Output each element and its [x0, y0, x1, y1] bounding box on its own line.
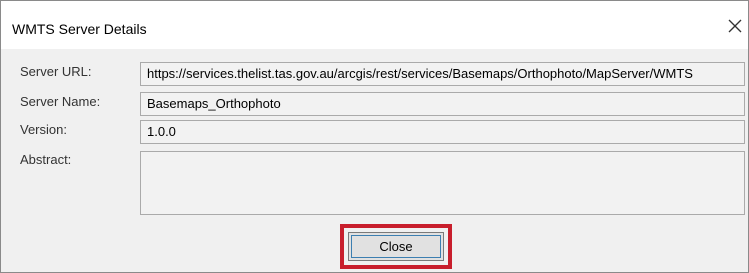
- server-url-field[interactable]: https://services.thelist.tas.gov.au/arcg…: [140, 62, 745, 86]
- close-button-label: Close: [379, 239, 413, 254]
- abstract-label: Abstract:: [20, 152, 72, 167]
- server-name-label: Server Name:: [20, 94, 101, 109]
- version-field[interactable]: 1.0.0: [140, 120, 745, 144]
- server-url-label: Server URL:: [20, 64, 92, 79]
- title-bar: WMTS Server Details: [1, 1, 748, 49]
- wmts-server-details-dialog: WMTS Server Details Server URL: https://…: [0, 0, 749, 273]
- dialog-title: WMTS Server Details: [12, 21, 147, 37]
- version-label: Version:: [20, 122, 67, 137]
- abstract-field[interactable]: [140, 151, 745, 215]
- close-button[interactable]: Close: [348, 232, 444, 261]
- server-name-field[interactable]: Basemaps_Orthophoto: [140, 92, 745, 116]
- close-x-icon[interactable]: [725, 14, 745, 38]
